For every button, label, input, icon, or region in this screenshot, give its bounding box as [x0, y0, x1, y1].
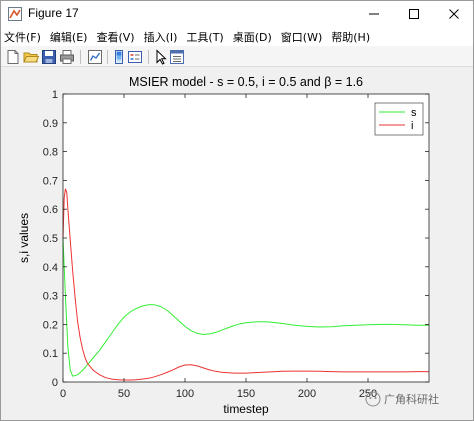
colorbar-icon[interactable] [111, 49, 127, 65]
y-tick-label: 1 [52, 89, 58, 101]
y-tick-label: 0 [52, 377, 58, 389]
legend[interactable]: si [374, 102, 424, 136]
new-figure-icon[interactable] [5, 49, 21, 65]
menu-bar: 文件(F) 编辑(E) 查看(V) 插入(I) 工具(T) 桌面(D) 窗口(W… [1, 27, 473, 46]
x-tick-label: 150 [237, 388, 255, 400]
wechat-icon-eye [374, 397, 377, 399]
toolbar-separator [80, 50, 81, 64]
window-title: Figure 17 [28, 6, 79, 20]
matlab-icon [8, 7, 22, 21]
menu-tools[interactable]: 工具(T) [186, 29, 223, 45]
figure-canvas: 0 0.1 0.2 0.3 0.4 0.5 0.6 0.7 0.8 0.9 1 0 50 100 150 20… [1, 67, 473, 421]
y-tick-label: 0.6 [43, 204, 58, 216]
close-button[interactable] [439, 1, 469, 27]
figure-window: Figure 17 文件(F) 编辑(E) 查看(V) 插入(I) 工具(T) … [0, 0, 474, 421]
toolbar [1, 46, 473, 67]
x-axis-label: timestep [223, 402, 269, 416]
menu-window[interactable]: 窗口(W) [281, 29, 322, 45]
maximize-icon [409, 9, 419, 19]
x-tick-label: 100 [176, 388, 194, 400]
y-tick-label: 0.7 [43, 175, 58, 187]
y-tick-label: 0.5 [43, 233, 58, 245]
x-tick-label: 0 [60, 388, 66, 400]
watermark-text: 广角科研社 [384, 392, 439, 406]
menu-insert[interactable]: 插入(I) [144, 29, 178, 45]
open-icon[interactable] [23, 49, 39, 65]
toolbar-separator [148, 50, 149, 64]
x-tick-label: 200 [298, 388, 316, 400]
wechat-icon-eye [369, 397, 372, 399]
y-tick-label: 0.1 [43, 348, 58, 360]
link-plot-icon[interactable] [87, 49, 103, 65]
legend-label-i: i [411, 120, 413, 132]
menu-file[interactable]: 文件(F) [4, 29, 41, 45]
y-tick-label: 0.4 [43, 262, 58, 274]
chart-title: MSIER model - s = 0.5, i = 0.5 and β = 1… [129, 75, 363, 89]
print-icon[interactable] [59, 49, 75, 65]
edit-plot-icon[interactable] [153, 49, 169, 65]
x-tick-label: 50 [118, 388, 130, 400]
y-axis-label: s,i values [17, 213, 31, 263]
property-inspector-icon[interactable] [169, 49, 185, 65]
menu-edit[interactable]: 编辑(E) [50, 29, 88, 45]
title-bar[interactable]: Figure 17 [1, 1, 473, 27]
toolbar-separator [107, 50, 108, 64]
save-icon[interactable] [41, 49, 57, 65]
menu-desktop[interactable]: 桌面(D) [233, 29, 272, 45]
y-tick-label: 0.9 [43, 118, 58, 130]
menu-view[interactable]: 查看(V) [96, 29, 134, 45]
y-tick-label: 0.2 [43, 319, 58, 331]
insert-legend-icon[interactable] [127, 49, 143, 65]
plot-svg[interactable]: 0 0.1 0.2 0.3 0.4 0.5 0.6 0.7 0.8 0.9 1 0 50 100 150 20… [1, 67, 473, 421]
y-tick-label: 0.3 [43, 291, 58, 303]
legend-label-s: s [411, 107, 417, 119]
minimize-button[interactable] [359, 1, 389, 27]
minimize-icon [369, 13, 379, 15]
maximize-button[interactable] [399, 1, 429, 27]
close-icon [449, 9, 459, 19]
menu-help[interactable]: 帮助(H) [331, 29, 370, 45]
y-tick-label: 0.8 [43, 147, 58, 159]
axes-area[interactable] [63, 94, 429, 382]
